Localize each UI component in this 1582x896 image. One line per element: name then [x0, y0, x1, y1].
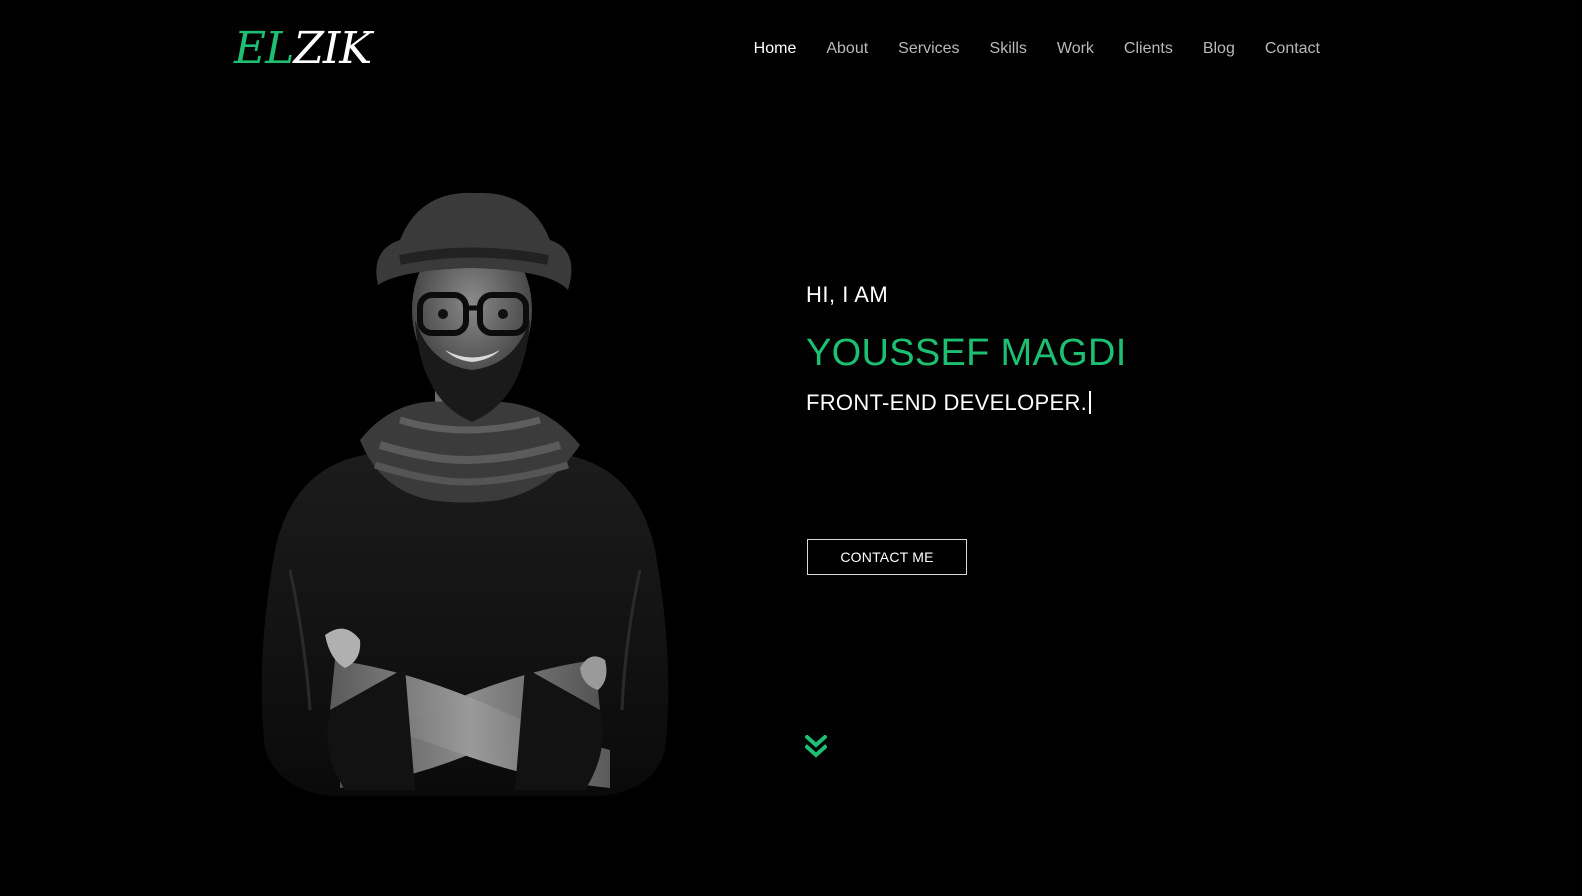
nav-link-contact[interactable]: Contact: [1265, 38, 1320, 60]
hero-name: YOUSSEF MAGDI: [806, 332, 1127, 374]
nav-link-work[interactable]: Work: [1057, 38, 1094, 60]
hero-greeting: HI, I AM: [806, 282, 889, 307]
nav-link-home[interactable]: Home: [754, 38, 797, 60]
nav-link-blog[interactable]: Blog: [1203, 38, 1235, 60]
portrait-photo: [250, 190, 680, 800]
hero-role-text: FRONT-END DEVELOPER.: [806, 390, 1088, 415]
typing-caret: [1089, 391, 1092, 414]
person-portrait-icon: [261, 192, 669, 796]
nav-link-services[interactable]: Services: [898, 38, 959, 60]
scroll-down-button[interactable]: [804, 734, 828, 761]
contact-me-button[interactable]: CONTACT ME: [807, 539, 967, 575]
hero-page: ELZIK Home About Services Skills Work Cl…: [0, 0, 1582, 896]
nav-link-clients[interactable]: Clients: [1124, 38, 1173, 60]
logo-part-white: ZIK: [293, 23, 372, 74]
nav-link-skills[interactable]: Skills: [990, 38, 1027, 60]
main-nav: Home About Services Skills Work Clients …: [754, 38, 1320, 60]
site-logo[interactable]: ELZIK: [234, 22, 372, 76]
nav-link-about[interactable]: About: [826, 38, 868, 60]
logo-part-green: EL: [234, 23, 294, 74]
double-chevron-down-icon: [804, 734, 828, 758]
hero-role: FRONT-END DEVELOPER.: [806, 389, 1092, 417]
